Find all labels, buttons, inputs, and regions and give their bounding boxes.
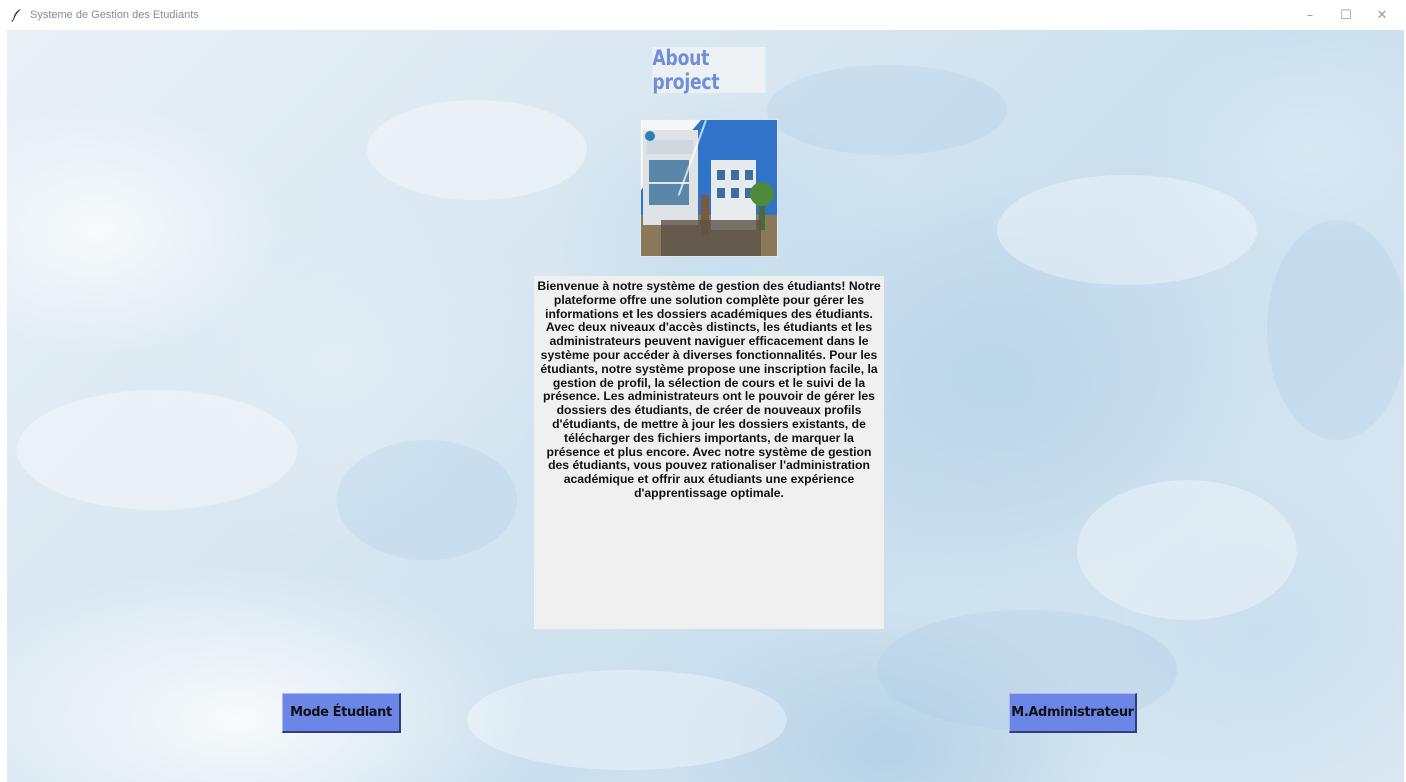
campus-building-photo bbox=[640, 119, 778, 257]
project-description: Bienvenue à notre système de gestion des… bbox=[534, 276, 884, 629]
page-title: About project bbox=[652, 46, 766, 94]
maximize-icon[interactable]: ☐ bbox=[1328, 0, 1364, 30]
close-icon[interactable]: ✕ bbox=[1364, 0, 1400, 30]
window-titlebar: Systeme de Gestion des Etudiants – ☐ ✕ bbox=[0, 0, 1406, 30]
admin-mode-button[interactable]: M.Administrateur bbox=[1009, 693, 1137, 733]
feather-icon bbox=[8, 6, 26, 24]
window-controls: – ☐ ✕ bbox=[1292, 0, 1400, 30]
minimize-icon[interactable]: – bbox=[1292, 0, 1328, 30]
background-canvas: About project Bienvenue à notre système bbox=[7, 30, 1404, 782]
student-mode-button[interactable]: Mode Étudiant bbox=[282, 693, 401, 733]
window-title: Systeme de Gestion des Etudiants bbox=[30, 9, 199, 21]
